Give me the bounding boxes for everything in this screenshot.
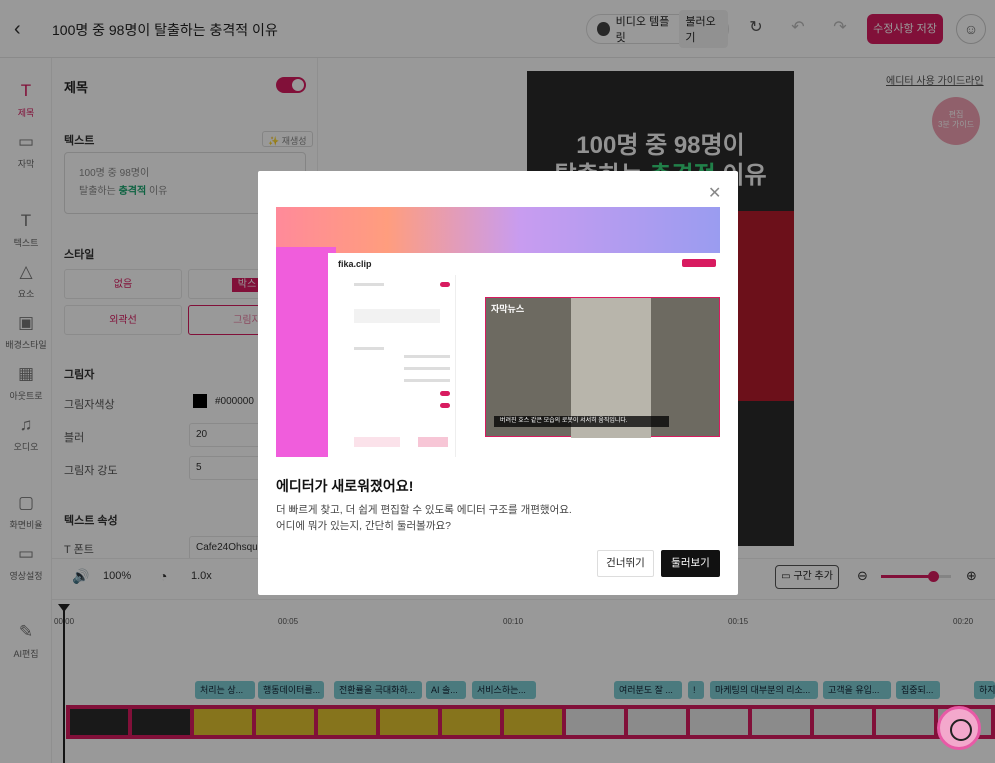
- mock-line: [354, 283, 384, 286]
- mock-save-tag: [682, 259, 716, 267]
- chat-support-icon[interactable]: [937, 706, 981, 750]
- whats-new-modal: ✕ fika.clip 자막뉴스 버려진 호스 같은 모습의 로봇이 서서히 움…: [258, 171, 738, 595]
- mock-video: 자막뉴스 버려진 호스 같은 모습의 로봇이 서서히 움직입니다.: [485, 297, 720, 438]
- hero-decoration: [276, 247, 336, 457]
- start-tour-button[interactable]: 둘러보기: [661, 550, 720, 577]
- mock-sidebar: [328, 275, 456, 457]
- modal-hero-image: fika.clip 자막뉴스 버려진 호스 같은 모습의 로봇이 서서히 움직입…: [276, 207, 720, 457]
- modal-body-line1: 더 빠르게 찾고, 더 쉽게 편집할 수 있도록 에디터 구조를 개편했어요.: [276, 504, 572, 516]
- mock-toggle: [440, 282, 450, 287]
- close-icon[interactable]: ✕: [708, 183, 721, 203]
- mock-style-chip: [418, 437, 448, 447]
- mock-news-badge: 자막뉴스: [491, 304, 525, 314]
- mock-toggle: [440, 403, 450, 408]
- modal-heading: 에디터가 새로워졌어요!: [276, 478, 414, 494]
- mock-line: [354, 309, 440, 323]
- mock-logo: fika.clip: [338, 259, 372, 269]
- mock-line: [404, 367, 450, 370]
- modal-body-line2: 어디에 뭐가 있는지, 간단히 둘러볼까요?: [276, 520, 451, 532]
- mock-toggle: [440, 391, 450, 396]
- mock-style-chip: [354, 437, 400, 447]
- modal-body: 더 빠르게 찾고, 더 쉽게 편집할 수 있도록 에디터 구조를 개편했어요. …: [276, 502, 572, 534]
- mock-caption: 버려진 호스 같은 모습의 로봇이 서서히 움직입니다.: [494, 416, 669, 427]
- skip-button[interactable]: 건너뛰기: [597, 550, 654, 577]
- editor-mockup: fika.clip 자막뉴스 버려진 호스 같은 모습의 로봇이 서서히 움직입…: [328, 253, 720, 457]
- mock-line: [404, 379, 450, 382]
- mock-line: [354, 347, 384, 350]
- mock-line: [404, 355, 450, 358]
